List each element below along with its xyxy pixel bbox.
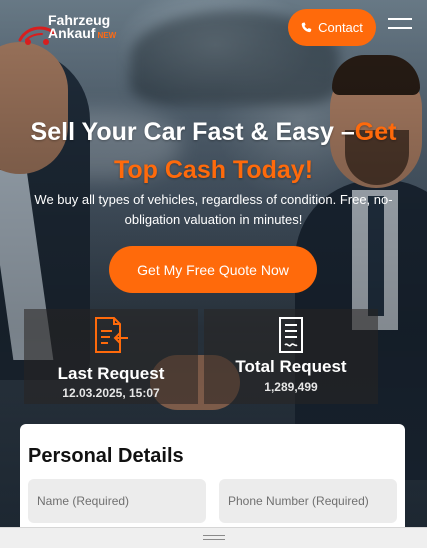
last-request-value: 12.03.2025, 15:07 xyxy=(62,386,160,400)
drag-handle-line xyxy=(203,535,225,536)
logo-line2-text: Ankauf xyxy=(48,25,96,41)
headline-text: Sell Your Car Fast & Easy – xyxy=(30,118,355,146)
bottom-bar xyxy=(0,527,427,548)
form-title: Personal Details xyxy=(28,445,184,467)
hero-headline: Sell Your Car Fast & Easy –Get Top Cash … xyxy=(0,113,427,189)
phone-icon xyxy=(301,22,312,33)
hamburger-line xyxy=(388,18,412,20)
headline-accent-line2: Top Cash Today! xyxy=(113,156,314,184)
hamburger-line xyxy=(388,27,412,29)
total-request-value: 1,289,499 xyxy=(264,380,318,394)
phone-input[interactable] xyxy=(219,479,397,523)
site-header: Fahrzeug Ankauf NEW Contact xyxy=(0,0,427,56)
last-request-title: Last Request xyxy=(57,364,165,383)
total-request-title: Total Request xyxy=(235,357,347,376)
hero-subtext: We buy all types of vehicles, regardless… xyxy=(34,192,393,227)
contact-button[interactable]: Contact xyxy=(288,9,376,46)
logo-line2: Ankauf NEW xyxy=(48,25,117,42)
last-request-card: Last Request 12.03.2025, 15:07 xyxy=(24,309,198,404)
logo[interactable]: Fahrzeug Ankauf NEW xyxy=(14,12,124,46)
drag-handle-line xyxy=(203,539,225,540)
headline-accent: Get xyxy=(354,118,397,146)
logo-text: Fahrzeug Ankauf NEW xyxy=(48,13,117,42)
contact-button-label: Contact xyxy=(318,20,363,35)
request-document-icon xyxy=(95,317,128,353)
total-request-card: Total Request 1,289,499 xyxy=(204,309,378,404)
free-quote-button[interactable]: Get My Free Quote Now xyxy=(109,246,317,293)
drag-handle-icon[interactable] xyxy=(203,535,225,542)
hamburger-menu-button[interactable] xyxy=(388,14,412,40)
logo-new-badge: NEW xyxy=(97,31,117,40)
name-input[interactable] xyxy=(28,479,206,523)
list-document-icon xyxy=(279,317,303,353)
